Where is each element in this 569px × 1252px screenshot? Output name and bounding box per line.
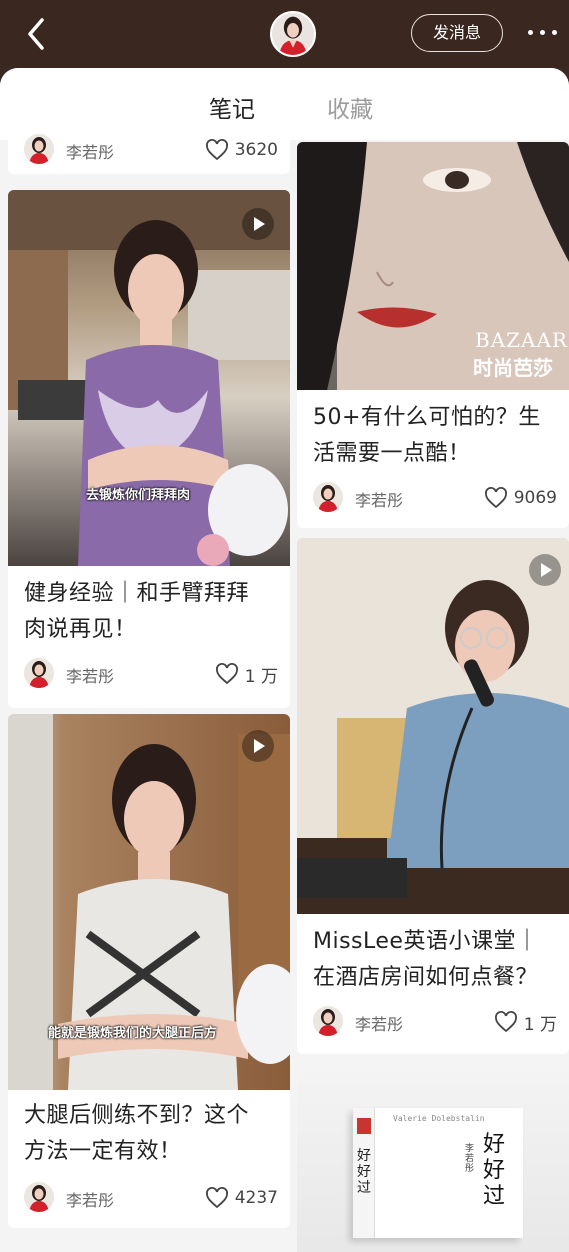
top-bar: 发消息	[0, 0, 569, 68]
chevron-left-icon	[28, 18, 44, 50]
note-meta: 李若彤 3620	[24, 134, 278, 168]
video-play-icon	[242, 730, 274, 762]
video-play-icon	[242, 208, 274, 240]
note-cover-image: 去锻炼你们拜拜肉	[8, 190, 290, 566]
video-play-icon	[529, 554, 561, 586]
note-title-line: MissLee英语小课堂｜	[313, 929, 539, 954]
note-cover-image	[297, 538, 569, 914]
notes-sheet: 笔记 收藏 李若彤 3620 去锻炼你们拜拜肉 健身经验｜和手臂拜拜 肉说再见！…	[0, 68, 569, 1252]
cover-fitness-photo	[8, 190, 290, 566]
more-dot	[540, 30, 545, 35]
note-cover-image: 好好过 Valerie Dolebstalin 好好过 李若彤	[297, 1062, 569, 1252]
author-name: 李若彤	[66, 667, 115, 686]
like-button[interactable]: 3620	[205, 137, 278, 163]
author-name: 李若彤	[355, 1015, 404, 1034]
note-meta: 李若彤 1 万	[313, 1006, 557, 1040]
send-message-button[interactable]: 发消息	[411, 14, 503, 52]
note-meta: 李若彤 9069	[313, 482, 557, 516]
note-meta: 李若彤 4237	[24, 1182, 278, 1216]
note-title: MissLee英语小课堂｜ 在酒店房间如何点餐？	[313, 924, 538, 996]
note-title: 健身经验｜和手臂拜拜 肉说再见！	[24, 576, 249, 648]
author-avatar	[313, 482, 343, 512]
author-avatar	[313, 1006, 343, 1036]
note-title-line: 肉说再见！	[24, 617, 137, 642]
note-card[interactable]: 李若彤 3620	[8, 124, 290, 174]
like-count: 9069	[513, 488, 557, 508]
note-title-line: 50+有什么可怕的？生	[313, 405, 541, 430]
cover-brand-logo: BAZAAR	[475, 328, 568, 352]
tab-notes[interactable]: 笔记	[209, 90, 255, 124]
like-button[interactable]: 9069	[484, 485, 557, 511]
cover-phone-call-photo	[297, 538, 569, 914]
note-meta: 李若彤 1 万	[24, 658, 278, 692]
like-count: 1 万	[523, 1014, 557, 1035]
like-count: 4237	[234, 1188, 278, 1208]
note-card[interactable]: 好好过 Valerie Dolebstalin 好好过 李若彤	[297, 1062, 569, 1252]
note-title-line: 方法一定有效！	[24, 1139, 182, 1164]
tab-favorites[interactable]: 收藏	[327, 90, 373, 124]
note-title: 大腿后侧练不到？这个 方法一定有效！	[24, 1098, 249, 1170]
author-avatar	[24, 134, 54, 164]
profile-avatar[interactable]	[270, 11, 316, 57]
book-author-latin: Valerie Dolebstalin	[393, 1114, 485, 1123]
note-card[interactable]: BAZAAR 时尚芭莎 50+有什么可怕的？生 活需要一点酷！ 李若彤 9069	[297, 142, 569, 528]
video-caption: 能就是锻炼我们的大腿正后方	[48, 1026, 218, 1041]
note-card[interactable]: 能就是锻炼我们的大腿正后方 大腿后侧练不到？这个 方法一定有效！ 李若彤 423…	[8, 714, 290, 1228]
heart-icon	[215, 663, 238, 685]
heart-icon	[205, 1187, 228, 1209]
author-name: 李若彤	[66, 143, 115, 162]
like-button[interactable]: 4237	[205, 1185, 278, 1211]
note-card[interactable]: MissLee英语小课堂｜ 在酒店房间如何点餐？ 李若彤 1 万	[297, 538, 569, 1054]
author-name: 李若彤	[66, 1191, 115, 1210]
heart-icon	[494, 1011, 517, 1033]
note-cover-image: 能就是锻炼我们的大腿正后方	[8, 714, 290, 1090]
like-button[interactable]: 1 万	[215, 661, 278, 687]
publisher-logo	[357, 1118, 371, 1134]
note-cover-image: BAZAAR 时尚芭莎	[297, 142, 569, 390]
note-title: 50+有什么可怕的？生 活需要一点酷！	[313, 400, 541, 472]
more-dot	[552, 30, 557, 35]
book-cover: 好好过 Valerie Dolebstalin 好好过 李若彤	[353, 1108, 523, 1238]
like-button[interactable]: 1 万	[494, 1009, 557, 1035]
more-options-button[interactable]	[525, 22, 561, 44]
like-count: 3620	[234, 140, 278, 160]
author-name: 李若彤	[355, 491, 404, 510]
back-button[interactable]	[22, 14, 52, 54]
note-card[interactable]: 去锻炼你们拜拜肉 健身经验｜和手臂拜拜 肉说再见！ 李若彤 1 万	[8, 190, 290, 708]
avatar-portrait	[272, 13, 314, 55]
heart-icon	[205, 139, 228, 161]
note-title-line: 健身经验｜和手臂拜拜	[24, 581, 250, 606]
note-title-line: 大腿后侧练不到？这个	[24, 1103, 250, 1128]
heart-icon	[484, 487, 507, 509]
note-title-line: 在酒店房间如何点餐？	[313, 965, 539, 990]
book-spine-title: 好好过	[357, 1148, 371, 1196]
cover-brand-logo-cn: 时尚芭莎	[473, 356, 553, 380]
like-count: 1 万	[244, 666, 278, 687]
more-dots-icon	[528, 30, 533, 35]
author-avatar	[24, 1182, 54, 1212]
book-author: 李若彤	[465, 1144, 475, 1174]
book-spine: 好好过	[353, 1108, 375, 1238]
book-title: 好好过	[483, 1132, 506, 1209]
video-caption: 去锻炼你们拜拜肉	[86, 488, 191, 503]
author-avatar	[24, 658, 54, 688]
note-title-line: 活需要一点酷！	[313, 441, 471, 466]
